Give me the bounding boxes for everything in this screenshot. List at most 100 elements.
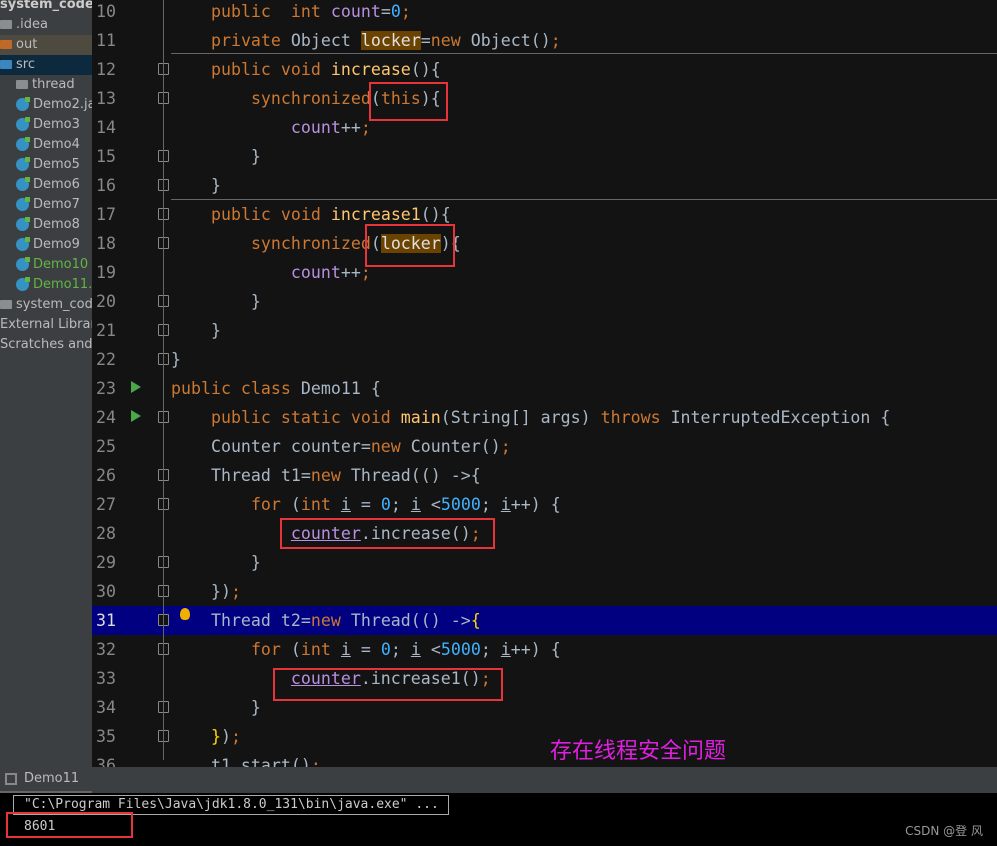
code-text: }); bbox=[171, 722, 241, 751]
code-line[interactable]: 11 private Object locker=new Object(); bbox=[92, 26, 997, 55]
code-line[interactable]: 30 }); bbox=[92, 577, 997, 606]
project-item[interactable]: Demo11.java bbox=[0, 275, 92, 295]
run-tab[interactable]: Demo11 × bbox=[0, 767, 92, 810]
line-number: 22 bbox=[96, 350, 116, 369]
lightbulb-icon[interactable] bbox=[180, 608, 190, 620]
java-class-icon bbox=[16, 97, 30, 111]
project-item[interactable]: Demo7 bbox=[0, 195, 92, 215]
code-token: ++) { bbox=[510, 640, 561, 659]
code-line[interactable]: 24 public static void main(String[] args… bbox=[92, 403, 997, 432]
project-item[interactable]: Demo6 bbox=[0, 175, 92, 195]
code-token: ( bbox=[280, 640, 301, 659]
project-item[interactable]: system_code.iml bbox=[0, 295, 92, 315]
project-item[interactable]: Demo4 bbox=[0, 135, 92, 155]
code-text: } bbox=[171, 316, 221, 345]
code-line[interactable]: 36 t1.start(); bbox=[92, 751, 997, 767]
code-line[interactable]: 31 Thread t2=new Thread(() ->{ bbox=[92, 606, 997, 635]
code-token: < bbox=[420, 640, 441, 659]
code-line[interactable]: 27 for (int i = 0; i <5000; i++) { bbox=[92, 490, 997, 519]
code-token: public static void bbox=[210, 408, 391, 427]
code-token: main bbox=[400, 408, 441, 427]
code-token: Thread t1= bbox=[171, 466, 311, 485]
project-item[interactable]: thread bbox=[0, 75, 92, 95]
code-token: count bbox=[330, 2, 381, 21]
code-line[interactable]: 25 Counter counter=new Counter(); bbox=[92, 432, 997, 461]
method-separator bbox=[171, 53, 997, 54]
code-line[interactable]: 28 counter.increase(); bbox=[92, 519, 997, 548]
project-item[interactable]: Demo2.java bbox=[0, 95, 92, 115]
code-line[interactable]: 33 counter.increase1(); bbox=[92, 664, 997, 693]
code-line[interactable]: 12 public void increase(){ bbox=[92, 55, 997, 84]
line-number: 10 bbox=[96, 2, 116, 21]
code-text: } bbox=[171, 345, 181, 374]
code-line[interactable]: 20 } bbox=[92, 287, 997, 316]
console-output[interactable]: "C:\Program Files\Java\jdk1.8.0_131\bin\… bbox=[0, 793, 997, 846]
code-line[interactable]: 13 synchronized(this){ bbox=[92, 84, 997, 113]
project-item[interactable]: External Libraries bbox=[0, 315, 92, 335]
code-line[interactable]: 18 synchronized(locker){ bbox=[92, 229, 997, 258]
code-text: } bbox=[171, 171, 221, 200]
code-line[interactable]: 17 public void increase1(){ bbox=[92, 200, 997, 229]
code-line[interactable]: 10 public int count=0; bbox=[92, 0, 997, 26]
code-text: for (int i = 0; i <5000; i++) { bbox=[171, 635, 561, 664]
code-line[interactable]: 23 public class Demo11 { bbox=[92, 374, 997, 403]
code-token: ) bbox=[220, 727, 231, 746]
code-line[interactable]: 29 } bbox=[92, 548, 997, 577]
highlight-box bbox=[280, 518, 495, 549]
project-item[interactable]: Demo3 bbox=[0, 115, 92, 135]
fold-guide bbox=[163, 0, 164, 760]
code-token: Object bbox=[280, 31, 361, 50]
project-item[interactable]: system_code D: bbox=[0, 0, 92, 15]
code-line[interactable]: 22} bbox=[92, 345, 997, 374]
code-token: count bbox=[290, 263, 341, 282]
code-line[interactable]: 15 } bbox=[92, 142, 997, 171]
project-item[interactable]: out bbox=[0, 35, 92, 55]
code-token: public void bbox=[210, 60, 321, 79]
code-line[interactable]: 16 } bbox=[92, 171, 997, 200]
line-number: 13 bbox=[96, 89, 116, 108]
line-number: 35 bbox=[96, 727, 116, 746]
code-line[interactable]: 34 } bbox=[92, 693, 997, 722]
code-editor[interactable]: 10 public int count=0; 11 private Object … bbox=[92, 0, 997, 767]
line-number: 31 bbox=[96, 611, 116, 630]
code-line[interactable]: 19 count++; bbox=[92, 258, 997, 287]
java-class-icon bbox=[16, 197, 30, 211]
code-token: < bbox=[420, 495, 441, 514]
code-line[interactable]: 32 for (int i = 0; i <5000; i++) { bbox=[92, 635, 997, 664]
code-token: Demo11 { bbox=[290, 379, 381, 398]
code-line[interactable]: 35 }); bbox=[92, 722, 997, 751]
run-class-icon[interactable] bbox=[131, 381, 141, 393]
code-token: = bbox=[350, 495, 381, 514]
project-item-label: out bbox=[16, 37, 38, 52]
project-item[interactable]: Demo10 bbox=[0, 255, 92, 275]
project-item[interactable]: src bbox=[0, 55, 92, 75]
line-number: 16 bbox=[96, 176, 116, 195]
project-item[interactable]: Demo8 bbox=[0, 215, 92, 235]
project-item[interactable]: Demo5 bbox=[0, 155, 92, 175]
code-token: new bbox=[310, 466, 341, 485]
code-token: ++) { bbox=[510, 495, 561, 514]
code-line[interactable]: 26 Thread t1=new Thread(() ->{ bbox=[92, 461, 997, 490]
code-token: = bbox=[380, 2, 391, 21]
code-text: } bbox=[171, 142, 261, 171]
code-token: increase1 bbox=[330, 205, 421, 224]
project-item[interactable]: Scratches and Consoles bbox=[0, 335, 92, 355]
code-line[interactable]: 14 count++; bbox=[92, 113, 997, 142]
line-number: 17 bbox=[96, 205, 116, 224]
project-item-label: system_code bbox=[0, 0, 92, 12]
project-item[interactable]: Demo9 bbox=[0, 235, 92, 255]
code-line[interactable]: 21 } bbox=[92, 316, 997, 345]
java-class-icon bbox=[16, 237, 30, 251]
run-main-icon[interactable] bbox=[131, 410, 141, 422]
code-token: }) bbox=[171, 582, 231, 601]
code-text: t1.start(); bbox=[171, 751, 321, 767]
code-text: for (int i = 0; i <5000; i++) { bbox=[171, 490, 561, 519]
project-item[interactable]: .idea bbox=[0, 15, 92, 35]
line-number: 23 bbox=[96, 379, 116, 398]
code-token: i bbox=[340, 640, 351, 659]
